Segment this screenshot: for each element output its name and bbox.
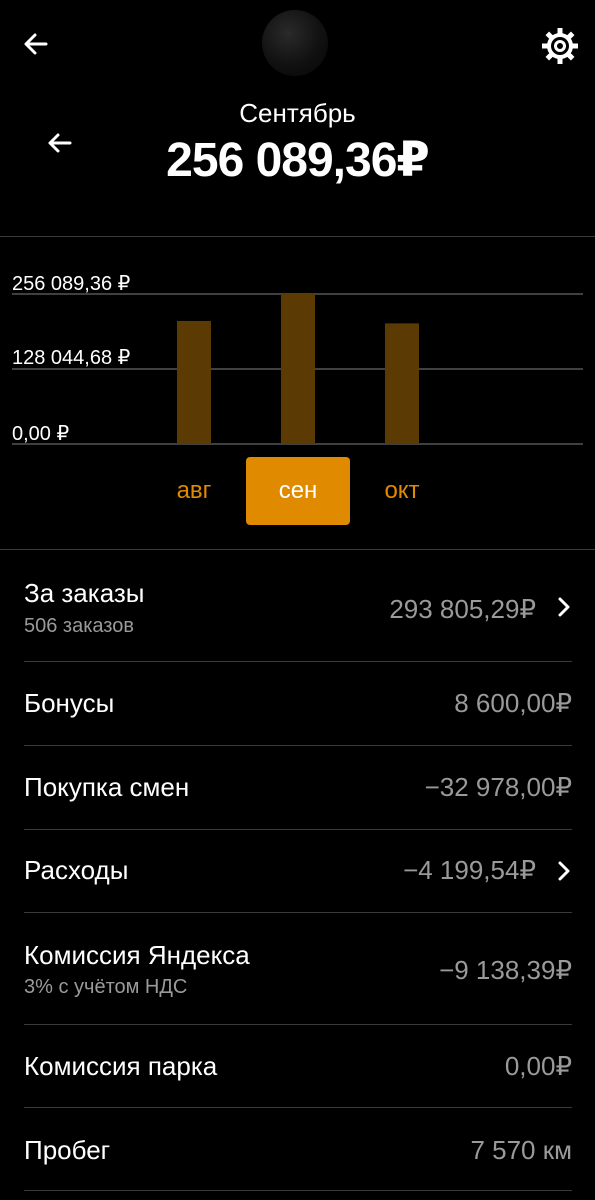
month-tab-aug[interactable]: авг [142,457,246,525]
back-arrow-icon[interactable] [20,28,52,60]
row-value: −4 199,54₽ [403,855,536,885]
row-yandex-commission: Комиссия Яндекса 3% с учётом НДС −9 138,… [24,940,572,1000]
row-sublabel: 3% с учётом НДС [24,976,188,998]
row-sublabel: 506 заказов [24,615,134,637]
y-tick-mid: 128 044,68 ₽ [12,347,131,369]
row-label: Пробег [24,1135,111,1165]
row-value: 0,00₽ [504,1051,572,1081]
y-tick-max: 256 089,36 ₽ [12,273,131,295]
row-orders[interactable]: За заказы 506 заказов 293 805,29₽ [24,578,572,638]
row-divider [24,661,572,662]
row-label: Покупка смен [24,772,190,802]
bar-авг[interactable] [177,320,211,444]
row-label: За заказы [24,578,145,608]
row-divider [24,745,572,746]
divider [0,549,595,550]
row-label: Комиссия парка [24,1051,218,1081]
bar-сен[interactable] [281,294,315,444]
total-earnings: 256 089,36₽ [166,134,430,187]
row-expenses[interactable]: Расходы −4 199,54₽ [24,855,572,889]
row-label: Бонусы [24,688,115,718]
row-value: −32 978,00₽ [424,772,572,802]
y-tick-min: 0,00 ₽ [12,423,70,445]
row-label: Расходы [24,855,129,885]
row-value: 7 570 км [470,1135,572,1165]
avatar[interactable] [262,10,328,76]
row-bonuses: Бонусы 8 600,00₽ [24,688,572,722]
chevron-right-icon [558,861,570,881]
row-value: −9 138,39₽ [439,955,572,985]
row-park-commission: Комиссия парка 0,00₽ [24,1051,572,1085]
row-divider [24,829,572,830]
month-title: Сентябрь [239,98,356,128]
top-bar [0,0,595,90]
row-divider [24,912,572,913]
row-label: Комиссия Яндекса [24,940,250,970]
row-shift-purchase: Покупка смен −32 978,00₽ [24,772,572,806]
row-divider [24,1024,572,1025]
chevron-right-icon [558,597,570,617]
month-tab-oct[interactable]: окт [350,457,454,525]
month-tab-sep[interactable]: сен [246,457,350,525]
row-value: 8 600,00₽ [454,688,572,718]
row-divider [24,1107,572,1108]
row-value: 293 805,29₽ [389,594,536,624]
divider [0,236,595,237]
bar-окт[interactable] [385,323,419,444]
gear-icon[interactable] [540,26,580,66]
row-mileage: Пробег 7 570 км [24,1135,572,1169]
row-divider [24,1190,572,1191]
